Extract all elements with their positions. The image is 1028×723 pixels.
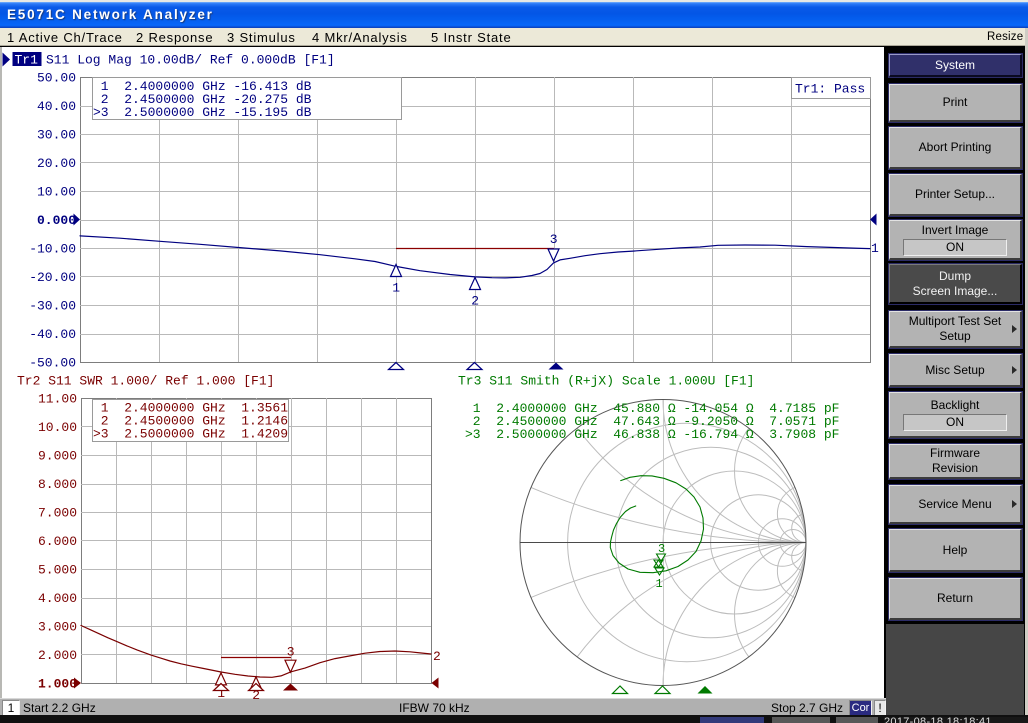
svg-text:9.000: 9.000	[38, 449, 77, 464]
svg-text:10.00: 10.00	[37, 185, 76, 200]
svg-text:-10.00: -10.00	[29, 242, 76, 257]
svg-text:-40.00: -40.00	[29, 327, 76, 342]
svg-text:10.00: 10.00	[38, 420, 77, 435]
svg-text:Tr1: Tr1	[15, 53, 39, 68]
svg-text:-50.00: -50.00	[29, 356, 76, 371]
svg-text:2.000: 2.000	[38, 648, 77, 663]
svg-text:1.000: 1.000	[38, 677, 77, 692]
svg-text:>3 2.5000000 GHz 46.838 Ω -1: >3 2.5000000 GHz 46.838 Ω -16.794 Ω 3.79…	[465, 427, 839, 442]
svg-text:-20.00: -20.00	[29, 270, 76, 285]
svg-text:7.000: 7.000	[38, 506, 77, 521]
svg-text:S11 Log Mag 10.00dB/ Ref 0.000: S11 Log Mag 10.00dB/ Ref 0.000dB [F1]	[46, 53, 335, 68]
svg-text:-30.00: -30.00	[29, 299, 76, 314]
svg-text:30.00: 30.00	[37, 128, 76, 143]
svg-text:2: 2	[433, 649, 441, 664]
svg-text:1: 1	[656, 577, 663, 591]
svg-text:1: 1	[871, 241, 879, 256]
svg-text:>3 2.5000000 GHz -15.195 dB: >3 2.5000000 GHz -15.195 dB	[93, 105, 312, 120]
svg-text:3: 3	[550, 232, 558, 247]
svg-text:3.000: 3.000	[38, 620, 77, 635]
svg-text:Tr3 S11 Smith (R+jX) Scale 1.0: Tr3 S11 Smith (R+jX) Scale 1.000U [F1]	[458, 374, 754, 389]
svg-text:40.00: 40.00	[37, 99, 76, 114]
svg-text:1: 1	[392, 281, 400, 296]
svg-text:8.000: 8.000	[38, 477, 77, 492]
svg-text:4.000: 4.000	[38, 591, 77, 606]
svg-text:50.00: 50.00	[37, 71, 76, 86]
svg-text:20.00: 20.00	[37, 156, 76, 171]
svg-text:3: 3	[287, 645, 295, 660]
svg-text:2: 2	[471, 294, 479, 309]
svg-text:11.00: 11.00	[38, 392, 77, 407]
svg-text:Tr2 S11 SWR 1.000/ Ref 1.000 [: Tr2 S11 SWR 1.000/ Ref 1.000 [F1]	[17, 374, 274, 389]
svg-text:5.000: 5.000	[38, 563, 77, 578]
svg-text:Tr1: Pass: Tr1: Pass	[795, 82, 865, 97]
svg-text:0.000: 0.000	[37, 213, 76, 228]
svg-text:>3 2.5000000 GHz 1.4209: >3 2.5000000 GHz 1.4209	[93, 427, 288, 442]
svg-text:6.000: 6.000	[38, 534, 77, 549]
